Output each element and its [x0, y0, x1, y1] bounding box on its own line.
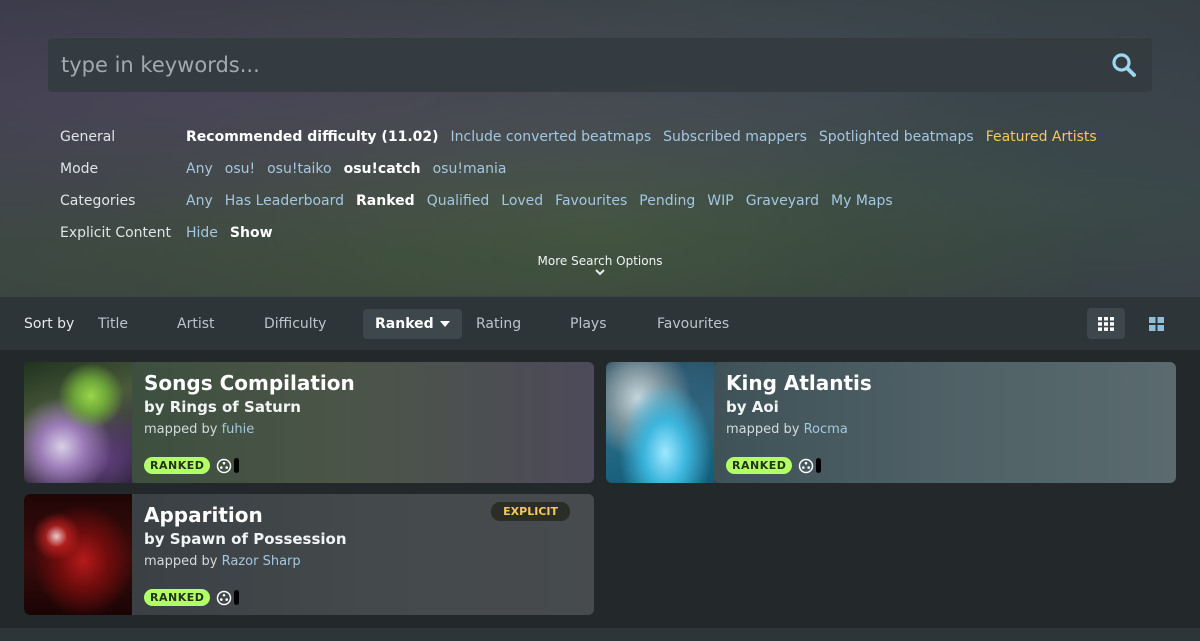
filter-rows: General Recommended difficulty (11.02) I… — [60, 121, 1109, 249]
beatmap-meta: RANKED — [144, 457, 240, 474]
more-search-options-button[interactable]: More Search Options — [0, 254, 1200, 276]
view-panel-button[interactable] — [1137, 308, 1175, 339]
difficulty-pill — [816, 458, 822, 473]
beatmap-cover-image — [24, 494, 132, 615]
filter-category-any[interactable]: Any — [186, 193, 213, 209]
beatmap-info: Songs Compilation by Rings of Saturn map… — [144, 370, 582, 442]
beatmap-artist: by Spawn of Possession — [144, 530, 347, 548]
filter-explicit-hide[interactable]: Hide — [186, 225, 218, 241]
grid-small-icon — [1098, 316, 1114, 331]
beatmap-meta: RANKED — [144, 589, 240, 606]
filter-category-favourites[interactable]: Favourites — [555, 193, 627, 209]
beatmap-info: Apparition by Spawn of Possession mapped… — [144, 502, 582, 574]
beatmap-artist: by Rings of Saturn — [144, 398, 301, 416]
filter-mode-catch[interactable]: osu!catch — [344, 161, 421, 177]
filter-category-graveyard[interactable]: Graveyard — [746, 193, 819, 209]
beatmap-meta: RANKED — [726, 457, 822, 474]
search-button[interactable] — [1096, 37, 1152, 92]
filter-mode-osu[interactable]: osu! — [225, 161, 255, 177]
beatmap-card[interactable]: King Atlantis by Aoi mapped by Rocma RAN… — [606, 362, 1176, 483]
search-input[interactable] — [48, 37, 1096, 92]
filter-general-spotlighted[interactable]: Spotlighted beatmaps — [819, 129, 974, 145]
filter-row-general: General Recommended difficulty (11.02) I… — [60, 121, 1109, 153]
difficulty-pill — [234, 590, 240, 605]
filter-mode-any[interactable]: Any — [186, 161, 213, 177]
sort-option-plays[interactable]: Plays — [570, 309, 607, 339]
filter-category-loved[interactable]: Loved — [501, 193, 543, 209]
mode-catch-icon — [217, 458, 232, 473]
mapped-by-prefix: mapped by — [144, 554, 218, 569]
mapped-by-prefix: mapped by — [726, 422, 800, 437]
status-badge: RANKED — [144, 457, 211, 474]
mapped-by-prefix: mapped by — [144, 422, 218, 437]
mapper-link[interactable]: fuhie — [222, 422, 255, 437]
filter-label-categories: Categories — [60, 193, 136, 209]
mapper-link[interactable]: Rocma — [804, 422, 848, 437]
filter-row-mode: Mode Any osu! osu!taiko osu!catch osu!ma… — [60, 153, 1109, 185]
sort-option-title[interactable]: Title — [98, 309, 128, 339]
filter-category-my-maps[interactable]: My Maps — [831, 193, 893, 209]
beatmap-mapper: mapped by Rocma — [726, 418, 1164, 442]
beatmap-info: King Atlantis by Aoi mapped by Rocma — [726, 370, 1164, 442]
sort-option-difficulty[interactable]: Difficulty — [264, 309, 326, 339]
caret-down-icon — [439, 321, 450, 327]
search-header: General Recommended difficulty (11.02) I… — [0, 0, 1200, 296]
filter-row-categories: Categories Any Has Leaderboard Ranked Qu… — [60, 185, 1109, 217]
filter-general-subscribed-mappers[interactable]: Subscribed mappers — [663, 129, 807, 145]
bottom-strip — [0, 628, 1200, 641]
beatmap-mapper: mapped by Razor Sharp — [144, 550, 582, 574]
chevron-down-icon — [595, 269, 605, 276]
filter-label-mode: Mode — [60, 161, 99, 177]
filter-category-qualified[interactable]: Qualified — [427, 193, 490, 209]
filter-label-explicit: Explicit Content — [60, 225, 172, 241]
mapper-link[interactable]: Razor Sharp — [222, 554, 301, 569]
filter-general-recommended-difficulty[interactable]: Recommended difficulty (11.02) — [186, 129, 439, 145]
sort-option-ranked[interactable]: Ranked — [363, 309, 462, 339]
sort-bar: Sort by Title Artist Difficulty Ranked R… — [0, 296, 1200, 350]
search-icon — [1112, 52, 1136, 77]
beatmap-title: Songs Compilation — [144, 371, 355, 395]
beatmap-artist: by Aoi — [726, 398, 779, 416]
beatmap-card[interactable]: Songs Compilation by Rings of Saturn map… — [24, 362, 594, 483]
sort-label: Sort by — [24, 315, 75, 332]
beatmap-cover-image — [606, 362, 714, 483]
beatmap-title: Apparition — [144, 503, 263, 527]
sort-option-favourites[interactable]: Favourites — [657, 309, 729, 339]
sort-option-artist[interactable]: Artist — [177, 309, 215, 339]
difficulty-pill — [234, 458, 240, 473]
sort-option-ranked-label: Ranked — [375, 316, 434, 332]
filter-general-include-converted[interactable]: Include converted beatmaps — [451, 129, 652, 145]
mode-catch-icon — [217, 590, 232, 605]
filter-mode-mania[interactable]: osu!mania — [433, 161, 507, 177]
status-badge: RANKED — [726, 457, 793, 474]
grid-large-icon — [1148, 316, 1164, 331]
status-badge: RANKED — [144, 589, 211, 606]
filter-mode-taiko[interactable]: osu!taiko — [267, 161, 331, 177]
beatmap-results: Songs Compilation by Rings of Saturn map… — [0, 350, 1200, 630]
filter-category-wip[interactable]: WIP — [707, 193, 733, 209]
search-box — [48, 37, 1152, 92]
beatmap-card[interactable]: EXPLICIT Apparition by Spawn of Possessi… — [24, 494, 594, 615]
filter-category-has-leaderboard[interactable]: Has Leaderboard — [225, 193, 344, 209]
filter-label-general: General — [60, 129, 116, 145]
view-card-button[interactable] — [1087, 308, 1125, 339]
beatmap-mapper: mapped by fuhie — [144, 418, 582, 442]
more-search-options-label: More Search Options — [537, 254, 663, 268]
filter-row-explicit: Explicit Content Hide Show — [60, 217, 1109, 249]
filter-general-featured-artists[interactable]: Featured Artists — [986, 129, 1097, 145]
filter-category-pending[interactable]: Pending — [639, 193, 695, 209]
beatmap-cover-image — [24, 362, 132, 483]
filter-category-ranked[interactable]: Ranked — [356, 193, 415, 209]
beatmap-title: King Atlantis — [726, 371, 872, 395]
filter-explicit-show[interactable]: Show — [230, 225, 273, 241]
mode-catch-icon — [799, 458, 814, 473]
sort-option-rating[interactable]: Rating — [476, 309, 521, 339]
